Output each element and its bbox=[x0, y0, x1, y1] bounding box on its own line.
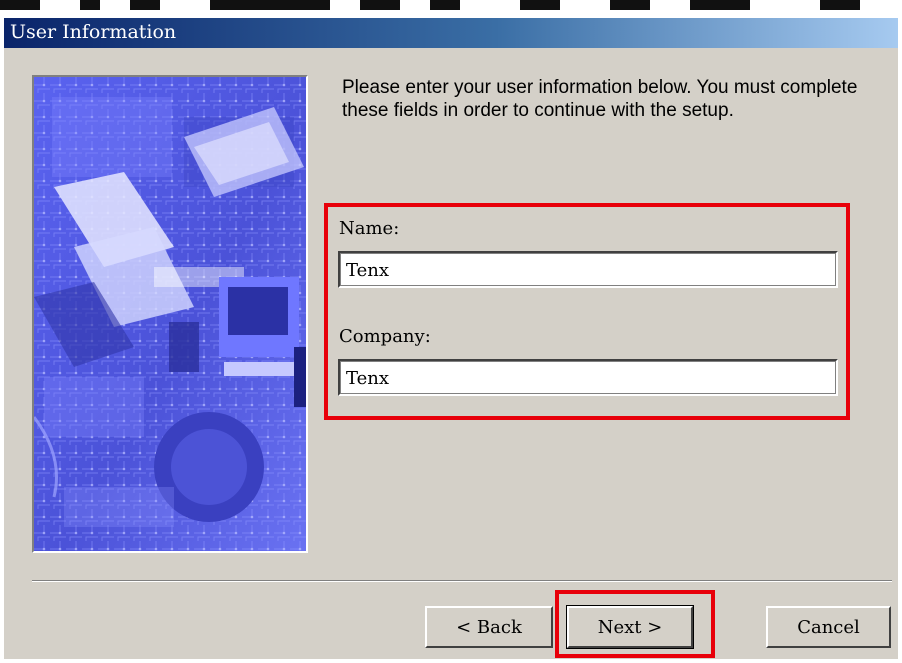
company-field[interactable]: Tenx bbox=[338, 359, 838, 396]
separator-line bbox=[32, 580, 892, 582]
cropped-top-strip bbox=[0, 0, 902, 18]
next-button[interactable]: Next > bbox=[566, 605, 694, 649]
back-button[interactable]: < Back bbox=[425, 606, 553, 648]
name-label: Name: bbox=[339, 218, 400, 239]
instructions-text: Please enter your user information below… bbox=[342, 77, 858, 121]
cancel-button[interactable]: Cancel bbox=[766, 606, 891, 648]
setup-wizard-art-icon bbox=[32, 75, 308, 553]
name-field[interactable]: Tenx bbox=[338, 251, 838, 288]
title-bar[interactable]: User Information bbox=[4, 18, 898, 48]
window-title: User Information bbox=[10, 21, 177, 43]
company-label: Company: bbox=[339, 326, 431, 347]
